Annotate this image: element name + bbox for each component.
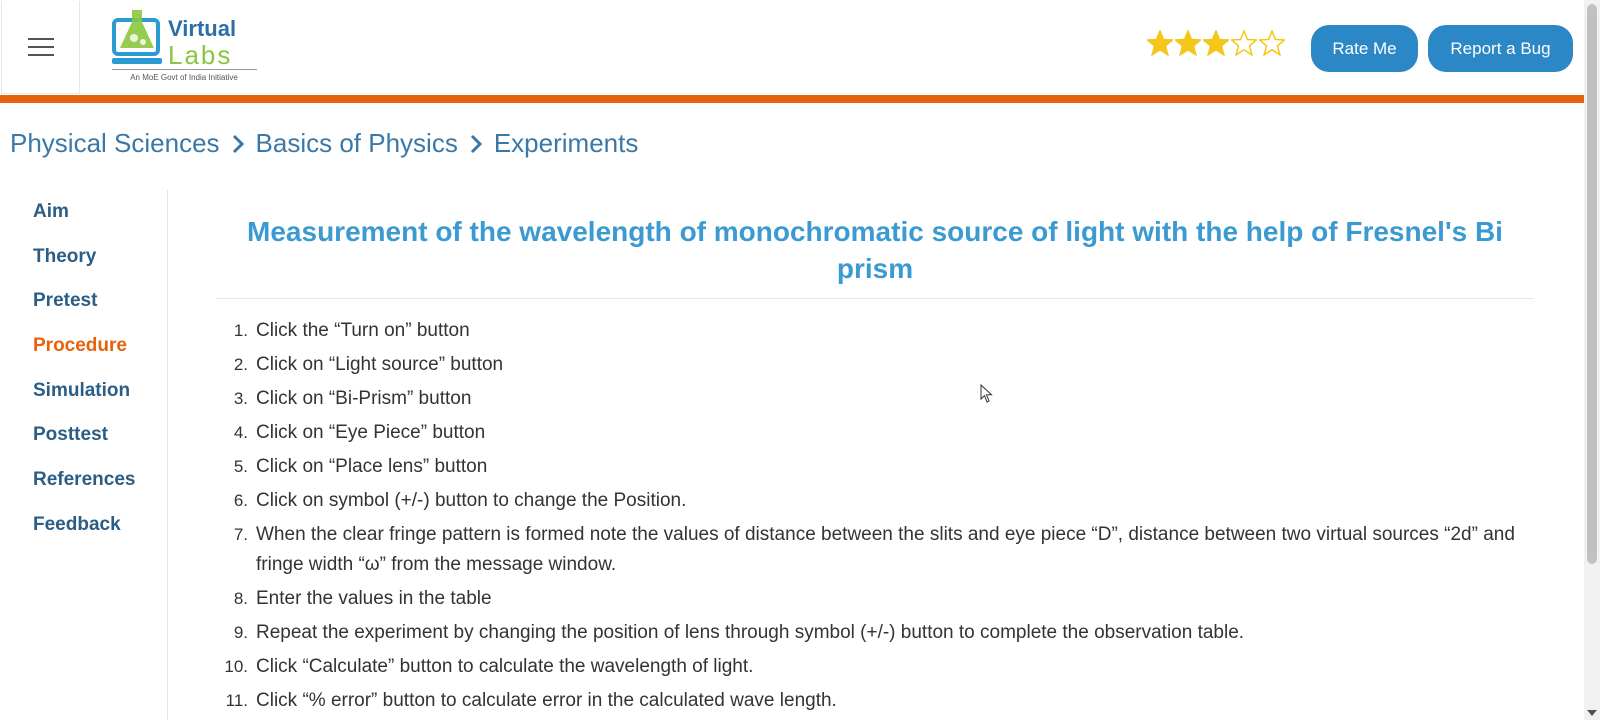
list-item: 3. Click on “Bi-Prism” button bbox=[216, 384, 1536, 414]
list-item: 5. Click on “Place lens” button bbox=[216, 452, 1536, 482]
sidebar-item-pretest[interactable]: Pretest bbox=[33, 290, 97, 312]
step-text: Click on “Light source” button bbox=[256, 354, 504, 375]
step-number: 6. bbox=[233, 491, 248, 510]
report-bug-button[interactable]: Report a Bug bbox=[1428, 25, 1573, 72]
list-item: 6. Click on symbol (+/-) button to change… bbox=[216, 486, 1536, 516]
scroll-down-arrow-icon[interactable] bbox=[1587, 710, 1597, 716]
star-empty-icon[interactable] bbox=[1231, 30, 1257, 56]
breadcrumb-experiments[interactable]: Experiments bbox=[494, 128, 639, 159]
title-divider bbox=[216, 298, 1534, 299]
step-number: 7. bbox=[233, 525, 248, 544]
step-number: 3. bbox=[233, 389, 248, 408]
hamburger-menu-button[interactable] bbox=[1, 1, 80, 94]
step-number: 2. bbox=[233, 355, 248, 374]
step-text: Click on “Bi-Prism” button bbox=[256, 388, 472, 409]
step-text: Enter the values in the table bbox=[256, 588, 492, 609]
step-number: 9. bbox=[233, 623, 248, 642]
sidebar-item-aim[interactable]: Aim bbox=[33, 201, 69, 223]
star-filled-icon[interactable] bbox=[1203, 30, 1229, 56]
sidebar-item-procedure[interactable]: Procedure bbox=[33, 335, 127, 357]
logo-tagline: An MoE Govt of India Initiative bbox=[130, 73, 238, 82]
logo-text-labs: Labs bbox=[168, 40, 232, 70]
mouse-cursor-icon bbox=[980, 384, 993, 403]
star-rating[interactable] bbox=[1147, 30, 1285, 56]
list-item: 7. When the clear fringe pattern is forme… bbox=[216, 520, 1536, 580]
sidebar-nav: Aim Theory Pretest Procedure Simulation … bbox=[0, 190, 168, 720]
breadcrumb: Physical Sciences Basics of Physics Expe… bbox=[10, 128, 638, 159]
step-text: Click on “Place lens” button bbox=[256, 456, 488, 477]
step-text: Click on “Eye Piece” button bbox=[256, 422, 486, 443]
site-header: Virtual Labs An MoE Govt of India Initia… bbox=[0, 0, 1584, 103]
page-title: Measurement of the wavelength of monochr… bbox=[247, 216, 1503, 284]
breadcrumb-physical-sciences[interactable]: Physical Sciences bbox=[10, 128, 220, 159]
vertical-scrollbar[interactable] bbox=[1584, 0, 1600, 720]
step-text: When the clear fringe pattern is formed … bbox=[256, 524, 1515, 575]
step-number: 4. bbox=[233, 423, 248, 442]
chevron-right-icon bbox=[232, 134, 244, 153]
list-item: 11. Click “% error” button to calculate e… bbox=[216, 686, 1536, 716]
list-item: 9. Repeat the experiment by changing the … bbox=[216, 618, 1536, 648]
step-number: 10. bbox=[224, 657, 248, 676]
step-text: Click “% error” button to calculate erro… bbox=[256, 690, 837, 711]
step-text: Click on symbol (+/-) button to change t… bbox=[256, 490, 687, 511]
star-empty-icon[interactable] bbox=[1259, 30, 1285, 56]
chevron-right-icon bbox=[470, 134, 482, 153]
breadcrumb-basics-of-physics[interactable]: Basics of Physics bbox=[256, 128, 458, 159]
star-filled-icon[interactable] bbox=[1175, 30, 1201, 56]
list-item: 8. Enter the values in the table bbox=[216, 584, 1536, 614]
sidebar-item-posttest[interactable]: Posttest bbox=[33, 424, 108, 446]
list-item: 10. Click “Calculate” button to calculate… bbox=[216, 652, 1536, 682]
rate-me-button[interactable]: Rate Me bbox=[1311, 25, 1418, 72]
scrollbar-thumb[interactable] bbox=[1587, 4, 1597, 564]
step-number: 11. bbox=[225, 691, 248, 710]
sidebar-item-references[interactable]: References bbox=[33, 469, 135, 491]
step-number: 5. bbox=[233, 457, 248, 476]
step-text: Repeat the experiment by changing the po… bbox=[256, 622, 1245, 643]
sidebar-item-theory[interactable]: Theory bbox=[33, 246, 96, 268]
step-text: Click “Calculate” button to calculate th… bbox=[256, 656, 754, 677]
list-item: 4. Click on “Eye Piece” button bbox=[216, 418, 1536, 448]
step-number: 8. bbox=[233, 589, 248, 608]
list-item: 1. Click the “Turn on” button bbox=[216, 316, 1536, 346]
step-text: Click the “Turn on” button bbox=[256, 320, 470, 341]
list-item: 2. Click on “Light source” button bbox=[216, 350, 1536, 380]
step-number: 1. bbox=[233, 321, 248, 340]
logo-text-virtual: Virtual bbox=[168, 16, 236, 41]
sidebar-item-simulation[interactable]: Simulation bbox=[33, 380, 130, 402]
star-filled-icon[interactable] bbox=[1147, 30, 1173, 56]
menu-icon bbox=[27, 38, 54, 56]
sidebar-item-feedback[interactable]: Feedback bbox=[33, 514, 121, 536]
